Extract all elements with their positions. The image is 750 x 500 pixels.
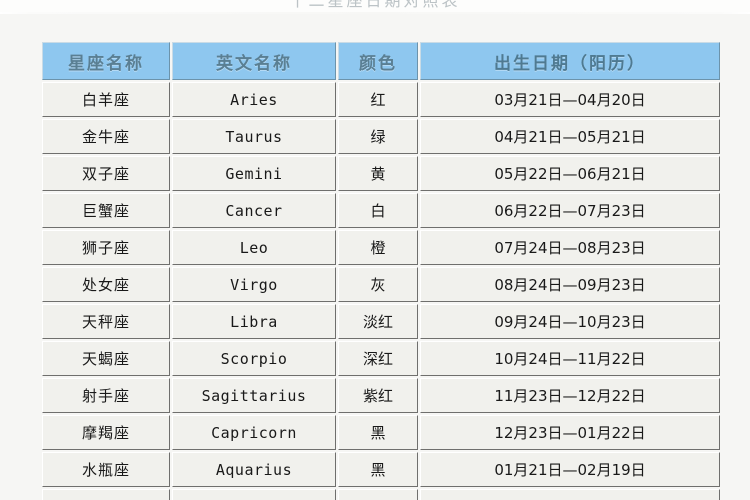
cell-birthdate: 11月23日—12月22日 [420,378,720,413]
table-header-row: 星座名称 英文名称 颜色 出生日期（阳历） [42,42,720,80]
column-header-birthdate: 出生日期（阳历） [420,42,720,80]
table-row-truncated [42,489,720,500]
cell-color: 红 [338,82,418,117]
cell-zodiac-name: 天秤座 [42,304,170,339]
table-row: 水瓶座 Aquarius 黑 01月21日—02月19日 [42,452,720,487]
cell-english-name: Gemini [172,156,336,191]
cell-zodiac-name: 白羊座 [42,82,170,117]
cell-color: 黑 [338,415,418,450]
table-row: 双子座 Gemini 黄 05月22日—06月21日 [42,156,720,191]
cell-birthdate: 07月24日—08月23日 [420,230,720,265]
table-row: 天秤座 Libra 淡红 09月24日—10月23日 [42,304,720,339]
table-row: 天蝎座 Scorpio 深红 10月24日—11月22日 [42,341,720,376]
cell-english-name: Leo [172,230,336,265]
cell-english-name: Capricorn [172,415,336,450]
cell-zodiac-name: 水瓶座 [42,452,170,487]
cell-birthdate: 03月21日—04月20日 [420,82,720,117]
cell-color: 绿 [338,119,418,154]
cell-zodiac-name: 摩羯座 [42,415,170,450]
cell-english-name: Taurus [172,119,336,154]
table-row: 狮子座 Leo 橙 07月24日—08月23日 [42,230,720,265]
cell-zodiac-name: 狮子座 [42,230,170,265]
cell-color [338,489,418,500]
cell-color: 白 [338,193,418,228]
cell-english-name: Virgo [172,267,336,302]
cell-english-name: Sagittarius [172,378,336,413]
cell-zodiac-name: 金牛座 [42,119,170,154]
cell-color: 深红 [338,341,418,376]
cell-zodiac-name [42,489,170,500]
table-row: 金牛座 Taurus 绿 04月21日—05月21日 [42,119,720,154]
cell-birthdate: 05月22日—06月21日 [420,156,720,191]
cell-zodiac-name: 天蝎座 [42,341,170,376]
cell-color: 紫红 [338,378,418,413]
cell-birthdate: 04月21日—05月21日 [420,119,720,154]
column-header-english: 英文名称 [172,42,336,80]
cell-color: 淡红 [338,304,418,339]
cell-birthdate: 10月24日—11月22日 [420,341,720,376]
cell-zodiac-name: 处女座 [42,267,170,302]
page-title: 十二星座日期对照表 [289,0,461,10]
column-header-name: 星座名称 [42,42,170,80]
cell-english-name: Cancer [172,193,336,228]
cell-birthdate: 12月23日—01月22日 [420,415,720,450]
table-row: 白羊座 Aries 红 03月21日—04月20日 [42,82,720,117]
cell-english-name: Libra [172,304,336,339]
cell-birthdate: 01月21日—02月19日 [420,452,720,487]
cell-zodiac-name: 射手座 [42,378,170,413]
cell-color: 黑 [338,452,418,487]
cropped-title-strip: 十二星座日期对照表 [0,0,750,12]
cell-zodiac-name: 巨蟹座 [42,193,170,228]
cell-color: 黄 [338,156,418,191]
table-sheet: 星座名称 英文名称 颜色 出生日期（阳历） 白羊座 Aries 红 03月21日… [0,14,750,500]
cell-birthdate: 09月24日—10月23日 [420,304,720,339]
cell-zodiac-name: 双子座 [42,156,170,191]
table-row: 巨蟹座 Cancer 白 06月22日—07月23日 [42,193,720,228]
cell-english-name: Aquarius [172,452,336,487]
cell-color: 橙 [338,230,418,265]
zodiac-date-table: 星座名称 英文名称 颜色 出生日期（阳历） 白羊座 Aries 红 03月21日… [40,40,722,500]
table-row: 摩羯座 Capricorn 黑 12月23日—01月22日 [42,415,720,450]
cell-birthdate [420,489,720,500]
cell-color: 灰 [338,267,418,302]
cell-english-name: Scorpio [172,341,336,376]
table-row: 处女座 Virgo 灰 08月24日—09月23日 [42,267,720,302]
cell-birthdate: 08月24日—09月23日 [420,267,720,302]
table-row: 射手座 Sagittarius 紫红 11月23日—12月22日 [42,378,720,413]
column-header-color: 颜色 [338,42,418,80]
table-header: 星座名称 英文名称 颜色 出生日期（阳历） [42,42,720,80]
cell-english-name [172,489,336,500]
table-body: 白羊座 Aries 红 03月21日—04月20日 金牛座 Taurus 绿 0… [42,82,720,500]
cell-birthdate: 06月22日—07月23日 [420,193,720,228]
cell-english-name: Aries [172,82,336,117]
screenshot-root: 十二星座日期对照表 星座名称 英文名称 颜色 出生日期（阳历） 白羊座 Arie… [0,0,750,500]
